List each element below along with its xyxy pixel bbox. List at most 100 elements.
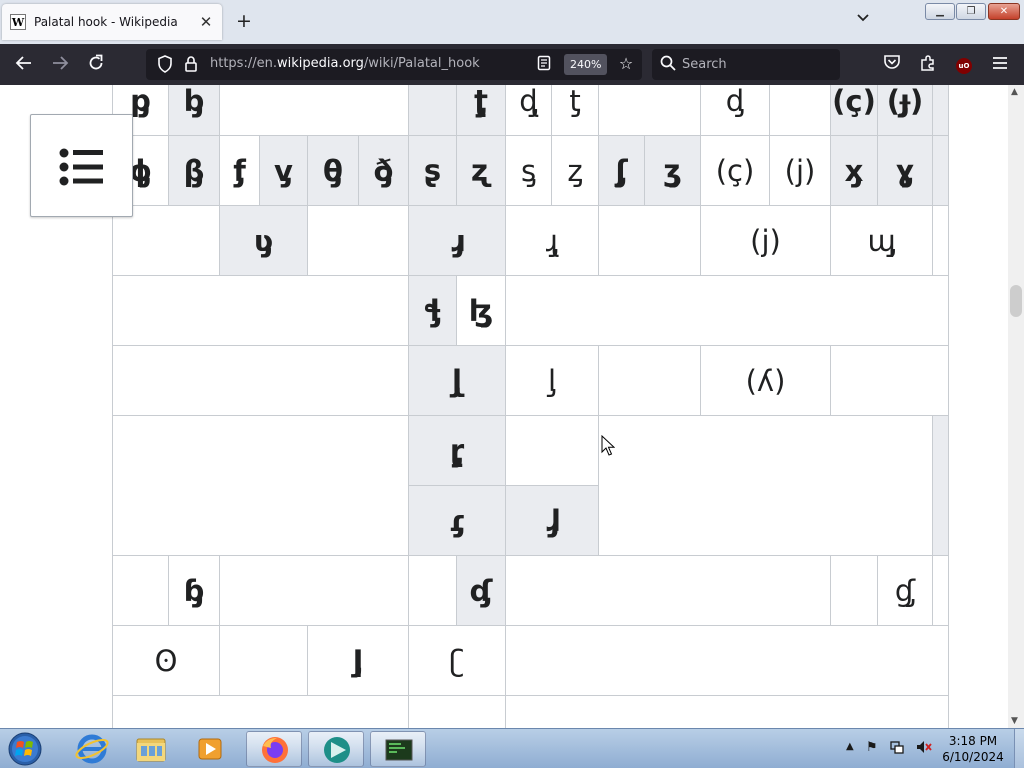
tracking-protection-shield-icon[interactable] bbox=[156, 55, 174, 73]
scroll-up-arrow-icon[interactable]: ▲ bbox=[1011, 87, 1018, 97]
ipa-cell[interactable]: ɻ̡ bbox=[505, 205, 599, 276]
ipa-cell[interactable]: ʂ bbox=[408, 135, 457, 206]
ipa-cell[interactable]: (ç) bbox=[700, 135, 770, 206]
ipa-cell[interactable]: ɽ̡ bbox=[408, 415, 506, 486]
ipa-cell[interactable]: ɮ̡ bbox=[456, 275, 506, 346]
padlock-icon[interactable] bbox=[184, 55, 198, 73]
table-row: ɽ̡ bbox=[112, 415, 949, 556]
extensions-puzzle-icon[interactable] bbox=[917, 54, 939, 76]
table-row: p̡ b̡ ʈ̡ ɖ̡ t̡ d̡ (ç) (ɟ̡) bbox=[112, 85, 949, 136]
taskbar-media-player-icon[interactable] bbox=[182, 731, 238, 767]
ipa-cell[interactable]: ɭ̡ bbox=[408, 345, 506, 416]
ipa-cell[interactable]: ʃ̡ bbox=[598, 135, 645, 206]
tab-palatal-hook[interactable]: W Palatal hook - Wikipedia ✕ bbox=[2, 4, 222, 40]
ipa-cell[interactable]: ð̡ bbox=[358, 135, 409, 206]
clock-time[interactable]: 3:18 PM bbox=[940, 734, 1006, 748]
ipa-cell[interactable]: θ̡ bbox=[307, 135, 359, 206]
ipa-cell[interactable]: ʗ bbox=[408, 625, 506, 696]
ipa-cell[interactable]: ɰ̡ bbox=[830, 205, 933, 276]
reload-icon[interactable] bbox=[85, 54, 107, 76]
bookmark-star-icon[interactable]: ☆ bbox=[616, 54, 636, 74]
ipa-cell[interactable]: v̡ bbox=[259, 135, 308, 206]
show-hidden-icons-arrow-icon[interactable]: ▲ bbox=[846, 741, 854, 752]
empty-cell bbox=[598, 85, 701, 136]
empty-cell bbox=[112, 555, 169, 626]
action-center-flag-icon[interactable]: ⚑ bbox=[866, 740, 878, 755]
empty-cell bbox=[830, 345, 949, 416]
ipa-cell[interactable]: β̡ bbox=[168, 135, 220, 206]
ipa-cell[interactable]: z̡ bbox=[551, 135, 599, 206]
taskbar-internet-explorer-icon[interactable] bbox=[64, 731, 120, 767]
ipa-cell[interactable]: ɖ̡ bbox=[505, 85, 552, 136]
ipa-cell[interactable]: b̡ bbox=[168, 85, 220, 136]
list-all-tabs-chevron-icon[interactable] bbox=[856, 12, 870, 26]
window-minimize-button[interactable]: ▁ bbox=[925, 3, 955, 20]
ipa-cell[interactable]: d̡ bbox=[700, 85, 770, 136]
table-row bbox=[112, 695, 949, 728]
ipa-cell[interactable]: ɓ̡ bbox=[168, 555, 220, 626]
ipa-cell[interactable]: ɺ̡ bbox=[505, 485, 599, 556]
start-button[interactable] bbox=[6, 732, 44, 766]
vertical-scrollbar[interactable]: ▲ ▼ bbox=[1008, 85, 1024, 728]
ipa-cell[interactable]: ɗ̡ bbox=[456, 555, 506, 626]
ipa-cell[interactable]: x̡ bbox=[830, 135, 878, 206]
ipa-cell[interactable]: ǀ̡ bbox=[307, 625, 409, 696]
network-icon[interactable] bbox=[890, 740, 904, 758]
tab-close-icon[interactable]: ✕ bbox=[198, 13, 214, 31]
url-text[interactable]: https://en.wikipedia.org/wiki/Palatal_ho… bbox=[210, 56, 480, 71]
volume-muted-icon[interactable] bbox=[916, 740, 932, 758]
ipa-cell[interactable]: (j) bbox=[769, 135, 831, 206]
ipa-cell[interactable]: s̡ bbox=[505, 135, 552, 206]
taskbar-firefox-icon[interactable] bbox=[246, 731, 302, 767]
ipa-cell[interactable]: ʋ̡ bbox=[219, 205, 308, 276]
ipa-cell[interactable]: (j) bbox=[700, 205, 831, 276]
new-tab-plus-icon[interactable]: + bbox=[234, 11, 254, 31]
hamburger-menu-icon[interactable] bbox=[989, 54, 1011, 76]
back-arrow-icon[interactable] bbox=[13, 54, 35, 76]
ipa-cell[interactable]: ɾ̡ bbox=[408, 485, 506, 556]
taskbar-file-explorer-icon[interactable] bbox=[123, 731, 179, 767]
search-bar[interactable]: Search bbox=[652, 49, 840, 80]
forward-arrow-icon[interactable] bbox=[49, 54, 71, 76]
ipa-cell[interactable]: l̡ bbox=[505, 345, 599, 416]
scroll-down-arrow-icon[interactable]: ▼ bbox=[1011, 716, 1018, 726]
ipa-cell[interactable]: ʒ̡ bbox=[644, 135, 701, 206]
table-of-contents-toggle[interactable] bbox=[30, 114, 133, 217]
ublock-label: uO bbox=[956, 57, 972, 74]
taskbar-terminal-icon[interactable] bbox=[370, 731, 426, 767]
empty-cell bbox=[307, 205, 409, 276]
list-icon bbox=[59, 148, 103, 186]
ipa-cell[interactable]: ɣ̡ bbox=[877, 135, 933, 206]
table-row: ɓ̡ ɗ̡ ɠ̡ bbox=[112, 555, 949, 626]
empty-cell bbox=[505, 625, 949, 696]
ipa-cell[interactable]: f̡ bbox=[219, 135, 260, 206]
pocket-icon[interactable] bbox=[881, 54, 903, 76]
address-bar[interactable]: https://en.wikipedia.org/wiki/Palatal_ho… bbox=[146, 49, 642, 80]
ipa-cell[interactable]: ʐ bbox=[456, 135, 506, 206]
ipa-cell[interactable]: (ɟ̡) bbox=[877, 85, 933, 136]
ipa-cell[interactable]: ɬ̡ bbox=[408, 275, 457, 346]
zoom-level-button[interactable]: 240% bbox=[564, 54, 608, 75]
ipa-cell[interactable]: ʘ bbox=[112, 625, 220, 696]
ipa-cell[interactable]: ɠ̡ bbox=[877, 555, 933, 626]
ipa-cell[interactable]: ʈ̡ bbox=[456, 85, 506, 136]
empty-cell bbox=[112, 415, 409, 556]
window-close-button[interactable]: ✕ bbox=[988, 3, 1020, 20]
ipa-cell[interactable] bbox=[408, 85, 457, 136]
scrollbar-thumb[interactable] bbox=[1010, 285, 1022, 317]
ipa-cell[interactable]: (ʎ) bbox=[700, 345, 831, 416]
reader-view-icon[interactable] bbox=[536, 55, 552, 73]
window-restore-button[interactable]: ❐ bbox=[956, 3, 986, 20]
windows-taskbar: ▲ ⚑ 3:18 PM 6/10/2024 bbox=[0, 728, 1024, 768]
ipa-cell[interactable]: ɹ̡ bbox=[408, 205, 506, 276]
taskbar-app-icon[interactable] bbox=[308, 731, 364, 767]
browser-titlebar: W Palatal hook - Wikipedia ✕ + ▁ ❐ ✕ bbox=[0, 0, 1024, 44]
ipa-cell[interactable] bbox=[769, 85, 831, 136]
ublock-origin-icon[interactable]: uO bbox=[953, 54, 975, 76]
ipa-cell[interactable]: (ç) bbox=[830, 85, 878, 136]
clock-date[interactable]: 6/10/2024 bbox=[940, 750, 1006, 764]
table-row: ɭ̡ l̡ (ʎ) bbox=[112, 345, 949, 416]
ipa-cell[interactable]: t̡ bbox=[551, 85, 599, 136]
show-desktop-button[interactable] bbox=[1014, 729, 1024, 768]
page-content: p̡ b̡ ʈ̡ ɖ̡ t̡ d̡ (ç) (ɟ̡) ɸ̡ β̡ f̡ v̡ θ… bbox=[0, 85, 1008, 728]
